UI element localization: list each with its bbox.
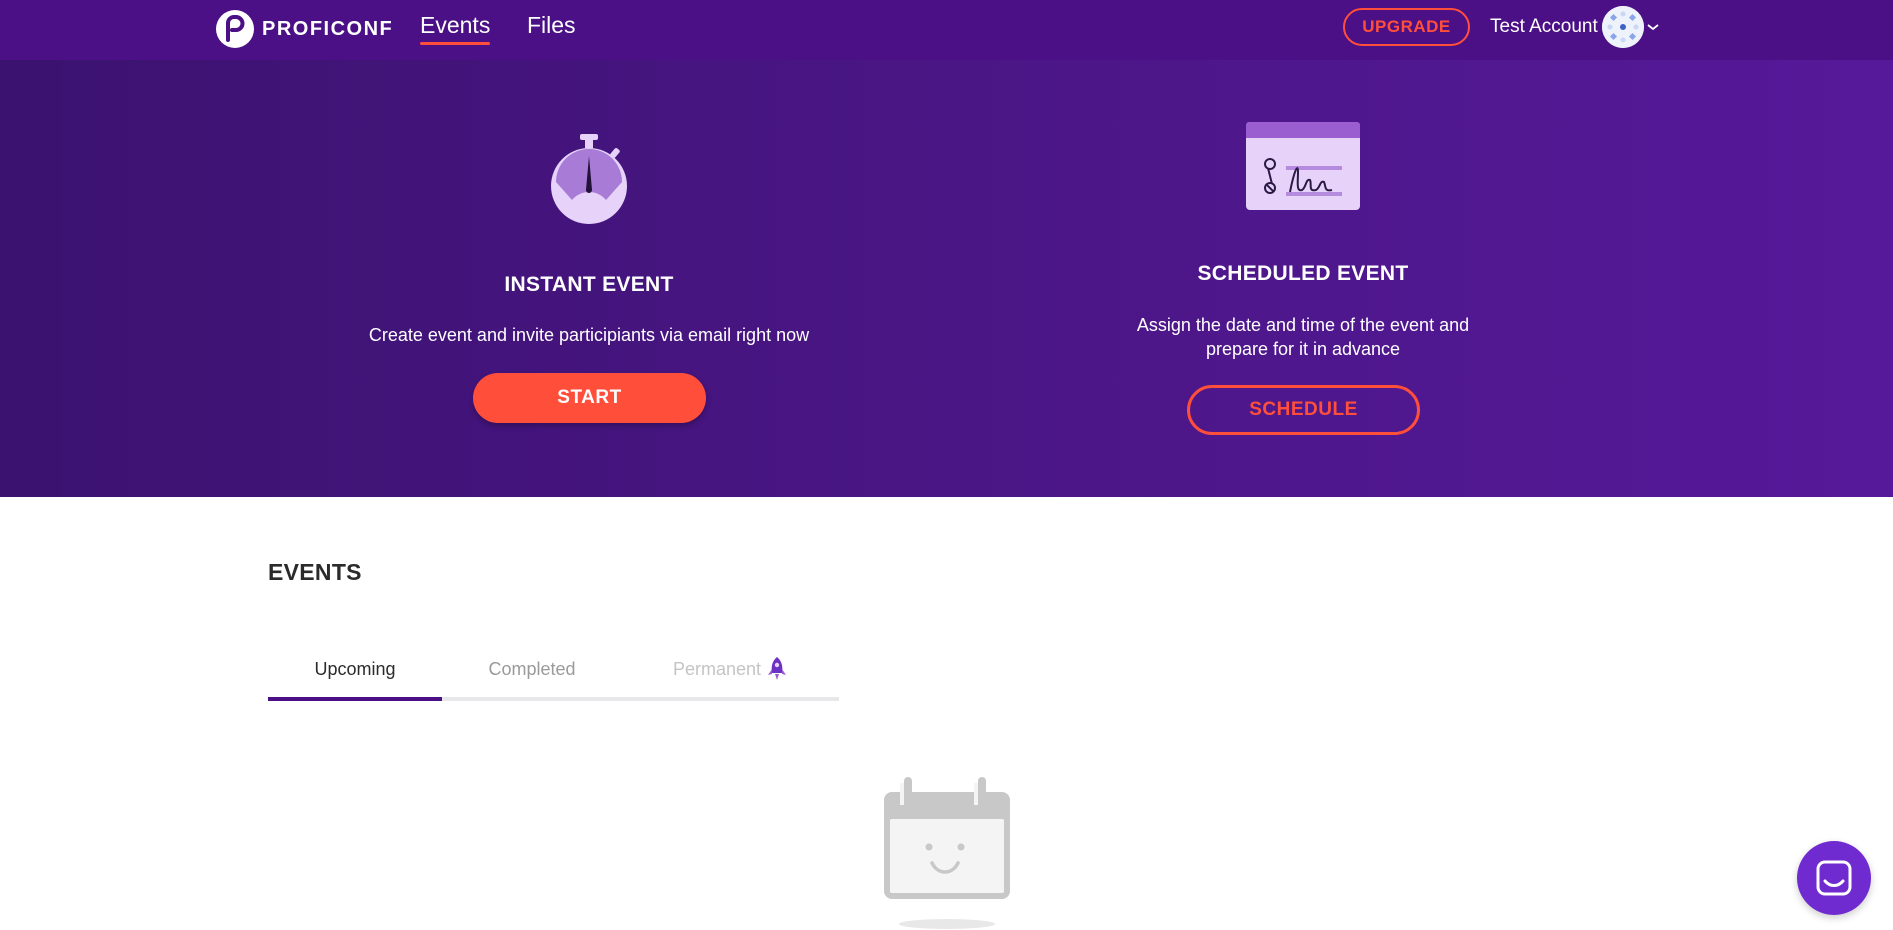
brand-logo[interactable]: PROFICONF: [216, 10, 393, 48]
events-tabs: Upcoming Completed Permanent: [268, 640, 839, 702]
nav-link-events[interactable]: Events: [420, 12, 491, 45]
scheduled-event-description-line1: Assign the date and time of the event an…: [1136, 315, 1470, 335]
instant-event-description: Create event and invite participiants vi…: [368, 325, 810, 345]
instant-event-title: INSTANT EVENT: [504, 273, 674, 296]
tab-permanent[interactable]: Permanent: [622, 640, 839, 698]
avatar-pattern-icon: [1601, 6, 1644, 48]
account-name: Test Account: [1490, 16, 1598, 37]
tab-upcoming-label: Upcoming: [314, 658, 396, 679]
scheduled-event-description-line2: prepare for it in advance: [1205, 339, 1401, 359]
stopwatch-icon: [551, 134, 627, 224]
schedule-event-button[interactable]: SCHEDULE: [1187, 385, 1420, 435]
nav-link-files[interactable]: Files: [527, 12, 576, 39]
proficonf-logo-icon: [216, 10, 254, 48]
start-instant-event-button[interactable]: START: [473, 373, 706, 423]
chat-icon: [1816, 860, 1852, 896]
account-menu[interactable]: Test Account: [1490, 6, 1660, 48]
tab-upcoming[interactable]: Upcoming: [268, 640, 442, 698]
scheduled-event-description: Assign the date and time of the event an…: [1103, 313, 1503, 361]
active-tab-indicator: [268, 697, 442, 701]
create-event-hero: INSTANT EVENT Create event and invite pa…: [0, 60, 1893, 497]
signature-document-icon: [1246, 122, 1360, 210]
brand-name: PROFICONF: [262, 17, 394, 40]
tab-completed-label: Completed: [488, 658, 576, 679]
tab-completed[interactable]: Completed: [442, 640, 622, 698]
upgrade-button[interactable]: UPGRADE: [1343, 8, 1470, 46]
chat-launcher-button[interactable]: [1797, 841, 1871, 915]
scheduled-event-title: SCHEDULED EVENT: [1197, 262, 1409, 285]
avatar: [1601, 6, 1644, 48]
tab-permanent-label: Permanent: [672, 658, 762, 679]
smiling-calendar-icon: [884, 777, 1010, 929]
rocket-icon: [768, 657, 787, 680]
events-section-title: EVENTS: [268, 559, 362, 585]
top-navigation-bar: PROFICONF Events Files UPGRADE Test Acco…: [0, 0, 1893, 60]
chevron-down-icon: [1647, 24, 1659, 31]
